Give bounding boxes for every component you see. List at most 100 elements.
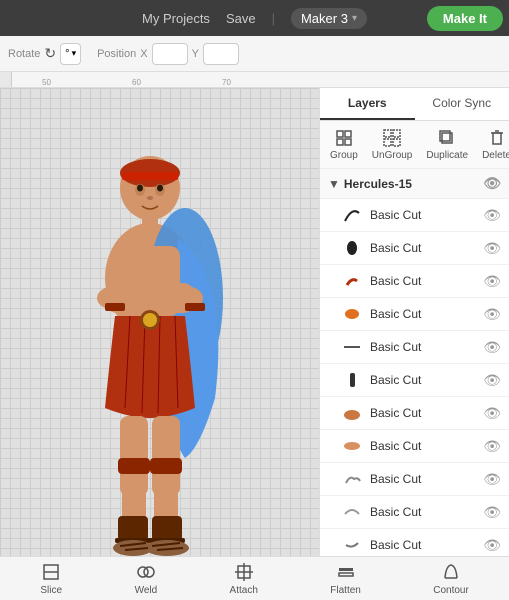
list-item[interactable]: Basic Cut 👁 [320,430,509,463]
list-item[interactable]: Basic Cut 👁 [320,364,509,397]
list-item[interactable]: Basic Cut 👁 [320,496,509,529]
top-bar: My Projects Save | Maker 3 ▾ Make It [0,0,509,36]
group-button[interactable]: Group [324,125,364,164]
list-item[interactable]: Basic Cut 👁 [320,529,509,556]
layer-name: Basic Cut [370,406,477,420]
group-eye-icon[interactable]: 👁 [483,175,501,192]
eye-icon[interactable]: 👁 [483,207,501,224]
layer-name: Basic Cut [370,472,477,486]
list-item[interactable]: Basic Cut 👁 [320,232,509,265]
tab-color-sync[interactable]: Color Sync [415,88,509,120]
layers-list: ▼ Hercules-15 👁 Basic Cut 👁 Basic Cut 👁 [320,169,509,556]
layer-thumb [340,368,364,392]
list-item[interactable]: Basic Cut 👁 [320,397,509,430]
eye-icon[interactable]: 👁 [483,438,501,455]
save-link[interactable]: Save [226,11,256,26]
rotate-select[interactable]: ° ▾ [60,43,81,65]
rotate-icon: ↻ [44,45,56,62]
layer-thumb [340,401,364,425]
y-input[interactable] [203,43,239,65]
layer-toolbar: Group UnGroup Duplicate Delete [320,121,509,169]
eye-icon[interactable]: 👁 [483,372,501,389]
delete-button[interactable]: Delete [476,125,509,164]
x-label: X [140,48,147,60]
layer-name: Basic Cut [370,505,477,519]
flatten-label: Flatten [330,585,361,596]
slice-icon [40,561,62,583]
rotate-label: Rotate [8,48,40,60]
weld-tool[interactable]: Weld [127,557,166,600]
position-group: Position X Y [97,43,239,65]
top-nav: My Projects Save | Maker 3 ▾ [142,8,367,29]
list-item[interactable]: Basic Cut 👁 [320,199,509,232]
ruler-tick-70: 70 [222,78,231,87]
position-label: Position [97,48,136,60]
layer-thumb [340,500,364,524]
list-item[interactable]: Basic Cut 👁 [320,265,509,298]
eye-icon[interactable]: 👁 [483,306,501,323]
slice-label: Slice [40,585,62,596]
contour-icon [440,561,462,583]
layer-name: Basic Cut [370,538,477,552]
ruler-tick-50: 50 [42,78,51,87]
flatten-tool[interactable]: Flatten [322,557,369,600]
attach-icon [233,561,255,583]
ungroup-button[interactable]: UnGroup [366,125,419,164]
layer-name: Basic Cut [370,373,477,387]
divider: | [272,11,275,26]
group-collapse-icon: ▼ [328,177,340,191]
panel-tabs: Layers Color Sync [320,88,509,121]
eye-icon[interactable]: 👁 [483,405,501,422]
canvas-area[interactable] [0,88,319,556]
slice-tool[interactable]: Slice [32,557,70,600]
layer-name: Basic Cut [370,340,477,354]
duplicate-button[interactable]: Duplicate [420,125,474,164]
list-item[interactable]: Basic Cut 👁 [320,298,509,331]
ungroup-icon [382,128,402,148]
contour-tool[interactable]: Contour [425,557,477,600]
my-projects-link[interactable]: My Projects [142,11,210,26]
layer-name: Basic Cut [370,307,477,321]
layer-name: Basic Cut [370,274,477,288]
weld-icon [135,561,157,583]
y-label: Y [192,48,199,60]
maker-label: Maker 3 [301,11,348,26]
weld-label: Weld [135,585,158,596]
layer-group-header[interactable]: ▼ Hercules-15 👁 [320,169,509,199]
tab-layers[interactable]: Layers [320,88,415,120]
rotate-group: Rotate ↻ ° ▾ [8,43,81,65]
layer-name: Basic Cut [370,208,477,222]
ruler-tick-60: 60 [132,78,141,87]
layer-thumb [340,533,364,556]
eye-icon[interactable]: 👁 [483,240,501,257]
flatten-icon [335,561,357,583]
layer-thumb [340,302,364,326]
main-area: Layers Color Sync Group UnGroup [0,88,509,556]
layer-thumb [340,203,364,227]
hercules-svg [30,98,270,556]
group-icon [334,128,354,148]
layer-thumb [340,467,364,491]
contour-label: Contour [433,585,469,596]
rotate-chevron-icon: ▾ [72,48,77,59]
eye-icon[interactable]: 👁 [483,504,501,521]
group-name: Hercules-15 [344,177,412,191]
ruler-corner [0,72,12,87]
eye-icon[interactable]: 👁 [483,273,501,290]
attach-label: Attach [230,585,258,596]
layer-thumb [340,434,364,458]
x-input[interactable] [152,43,188,65]
make-it-button[interactable]: Make It [427,6,503,31]
layer-thumb [340,335,364,359]
layer-name: Basic Cut [370,241,477,255]
eye-icon[interactable]: 👁 [483,339,501,356]
eye-icon[interactable]: 👁 [483,537,501,554]
list-item[interactable]: Basic Cut 👁 [320,331,509,364]
maker-selector[interactable]: Maker 3 ▾ [291,8,367,29]
attach-tool[interactable]: Attach [222,557,266,600]
layer-name: Basic Cut [370,439,477,453]
list-item[interactable]: Basic Cut 👁 [320,463,509,496]
duplicate-icon [437,128,457,148]
canvas-image [30,98,270,556]
eye-icon[interactable]: 👁 [483,471,501,488]
